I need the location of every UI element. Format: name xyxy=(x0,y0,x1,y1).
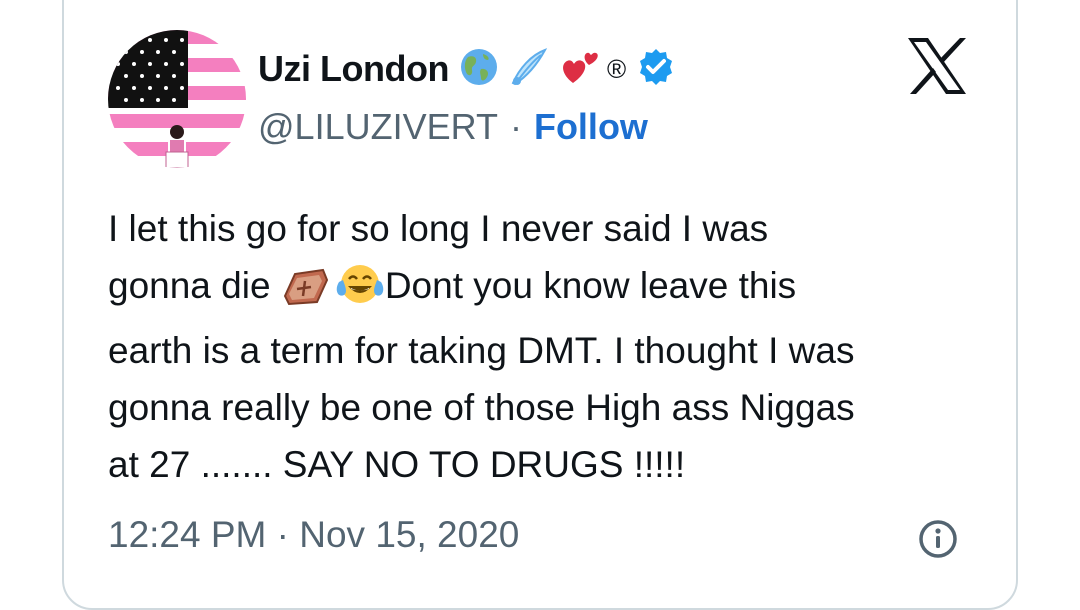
tweet-text-segment: gonna die xyxy=(108,265,271,306)
tweet-text-line: gonna die Dont you know leave this xyxy=(108,257,988,322)
handle-row: @LILUZIVERT · Follow xyxy=(258,104,648,150)
tears-of-joy-icon xyxy=(335,262,385,322)
x-logo-icon[interactable] xyxy=(906,36,968,96)
two-hearts-icon xyxy=(559,47,601,92)
tweet-text-line: gonna really be one of those High ass Ni… xyxy=(108,387,855,428)
tweet-timestamp[interactable]: 12:24 PM · Nov 15, 2020 xyxy=(108,514,519,556)
separator: · xyxy=(509,106,522,147)
tweet-text: I let this go for so long I never said I… xyxy=(108,200,988,493)
comet-icon xyxy=(509,47,549,92)
author-name-row: Uzi London ® xyxy=(258,44,676,94)
follow-button[interactable]: Follow xyxy=(534,106,648,148)
tweet-text-line: at 27 ....... SAY NO TO DRUGS !!!!! xyxy=(108,444,686,485)
display-name[interactable]: Uzi London xyxy=(258,48,449,90)
verified-badge-icon xyxy=(636,47,676,92)
avatar[interactable] xyxy=(108,30,246,168)
tweet-text-segment: Dont you know leave this xyxy=(384,265,797,306)
coffin-icon xyxy=(281,265,329,322)
registered-icon: ® xyxy=(606,53,627,84)
tweet-text-line: earth is a term for taking DMT. I though… xyxy=(108,330,855,371)
globe-americas-icon xyxy=(459,47,499,92)
info-icon[interactable] xyxy=(917,518,959,560)
tweet-text-line: I let this go for so long I never said I… xyxy=(108,208,769,249)
handle[interactable]: @LILUZIVERT xyxy=(258,106,498,148)
